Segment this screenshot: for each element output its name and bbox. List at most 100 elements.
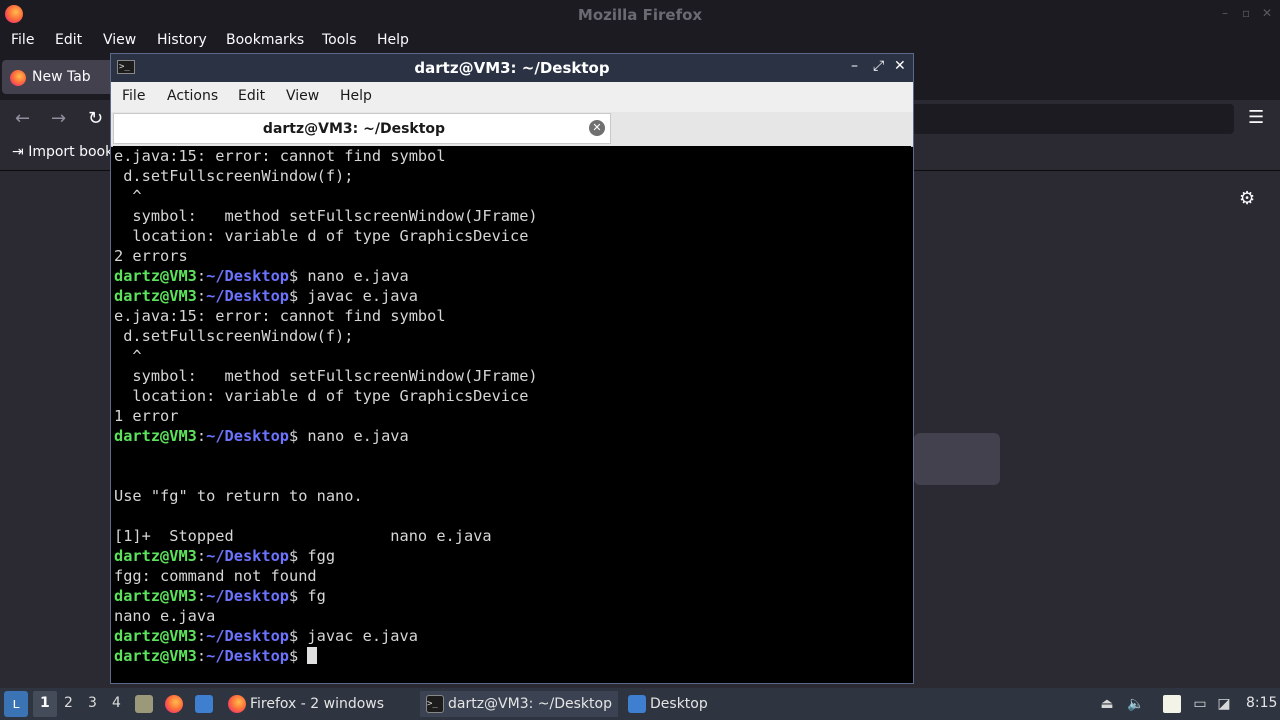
terminal-prompt-line: dartz@VM3:~/Desktop$ [114,646,318,666]
terminal-output-line: nano e.java [114,607,216,625]
firefox-close-button[interactable]: ✕ [1262,6,1272,20]
terminal-output-line: Use "fg" to return to nano. [114,487,363,505]
import-bookmarks-label: Import book [28,144,114,160]
firefox-url-bar[interactable] [912,104,1234,134]
ff-tab-new-tab[interactable]: New Tab [2,60,122,94]
terminal-output-line: e.java:15: error: cannot find symbol [114,147,446,165]
import-bookmarks-button[interactable]: ⇥ Import book [12,144,113,160]
terminal-maximize-button[interactable]: ⤢ [873,58,884,74]
desktop-quick-icon[interactable] [195,695,213,713]
file-manager-quick-icon[interactable] [135,695,153,713]
workspace-2[interactable]: 2 [64,695,73,711]
terminal-prompt-line: dartz@VM3:~/Desktop$ javac e.java [114,287,418,305]
workspace-4[interactable]: 4 [112,695,121,711]
terminal-minimize-button[interactable]: – [851,58,858,74]
reload-icon[interactable]: ↻ [88,108,103,129]
close-icon[interactable]: ✕ [589,120,605,136]
terminal-output-line: location: variable d of type GraphicsDev… [114,227,529,245]
terminal-output-line: location: variable d of type GraphicsDev… [114,387,529,405]
prompt-command: $ fg [289,587,326,605]
term-menu-view[interactable]: View [286,88,319,104]
terminal-output-line: symbol: method setFullscreenWindow(JFram… [114,207,538,225]
terminal-cursor [307,647,318,664]
hamburger-menu-icon[interactable]: ☰ [1248,107,1264,128]
firefox-window-title: Mozilla Firefox [577,6,703,24]
prompt-path: ~/Desktop [206,267,289,285]
firefox-quick-icon[interactable] [165,695,183,713]
terminal-output[interactable]: e.java:15: error: cannot find symbol d.s… [113,146,911,681]
terminal-tab-label: dartz@VM3: ~/Desktop [262,121,446,137]
terminal-window-title: dartz@VM3: ~/Desktop [414,59,610,77]
clock: 8:15 [1246,695,1278,711]
firefox-tab-icon [10,70,26,86]
prompt-command: $ nano e.java [289,267,409,285]
task-firefox[interactable]: Firefox - 2 windows [222,691,412,717]
ff-menu-view[interactable]: View [103,32,136,48]
eject-icon[interactable]: ⏏ [1098,695,1116,713]
firefox-icon [228,695,246,713]
task-terminal-label: dartz@VM3: ~/Desktop [448,696,612,712]
firefox-minimize-button[interactable]: – [1222,6,1228,20]
workspace-3[interactable]: 3 [88,695,97,711]
folder-icon [628,695,646,713]
terminal-output-line: fgg: command not found [114,567,317,585]
term-menu-file[interactable]: File [122,88,145,104]
firefox-maximize-button[interactable]: ▫ [1242,6,1250,20]
prompt-command: $ [289,647,308,665]
prompt-path: ~/Desktop [206,427,289,445]
terminal-close-button[interactable]: ✕ [894,58,906,74]
term-menu-actions[interactable]: Actions [167,88,218,104]
terminal-prompt-line: dartz@VM3:~/Desktop$ fgg [114,547,336,565]
ff-menu-history[interactable]: History [157,32,207,48]
gear-icon[interactable]: ⚙ [1239,188,1255,209]
terminal-prompt-line: dartz@VM3:~/Desktop$ nano e.java [114,427,409,445]
prompt-path: ~/Desktop [206,287,289,305]
network-icon[interactable]: ◪ [1215,695,1233,713]
ff-menu-tools[interactable]: Tools [322,32,357,48]
prompt-command: $ javac e.java [289,627,418,645]
terminal-tabbar: dartz@VM3: ~/Desktop ✕ [111,112,913,147]
ff-tab-label: New Tab [32,69,91,85]
terminal-output-line: e.java:15: error: cannot find symbol [114,307,446,325]
prompt-path: ~/Desktop [206,627,289,645]
display-icon[interactable]: ▭ [1191,695,1209,713]
start-menu-button[interactable]: ʟ [4,691,28,717]
prompt-user: dartz@VM3 [114,647,197,665]
prompt-user: dartz@VM3 [114,427,197,445]
prompt-path: ~/Desktop [206,547,289,565]
term-menu-edit[interactable]: Edit [238,88,265,104]
term-menu-help[interactable]: Help [340,88,372,104]
terminal-output-line: d.setFullscreenWindow(f); [114,167,354,185]
prompt-command: $ javac e.java [289,287,418,305]
back-arrow-icon[interactable]: ← [15,108,30,129]
ff-menu-file[interactable]: File [11,32,34,48]
clipboard-icon[interactable] [1163,695,1181,713]
ff-menu-help[interactable]: Help [377,32,409,48]
terminal-output-line: 1 error [114,407,179,425]
task-desktop[interactable]: Desktop [622,691,722,717]
terminal-output-line: d.setFullscreenWindow(f); [114,327,354,345]
terminal-prompt-line: dartz@VM3:~/Desktop$ nano e.java [114,267,409,285]
terminal-prompt-line: dartz@VM3:~/Desktop$ javac e.java [114,627,418,645]
ff-menu-edit[interactable]: Edit [55,32,82,48]
terminal-output-line: [1]+ Stopped nano e.java [114,527,492,545]
prompt-user: dartz@VM3 [114,267,197,285]
firefox-menubar: File Edit View History Bookmarks Tools H… [0,28,1280,54]
task-terminal[interactable]: >_ dartz@VM3: ~/Desktop [420,691,618,717]
forward-arrow-icon[interactable]: → [51,108,66,129]
terminal-output-line: 2 errors [114,247,188,265]
terminal-titlebar: >_ dartz@VM3: ~/Desktop – ⤢ ✕ [111,54,913,82]
firefox-titlebar: Mozilla Firefox – ▫ ✕ [0,0,1280,28]
prompt-command: $ nano e.java [289,427,409,445]
prompt-user: dartz@VM3 [114,287,197,305]
workspace-1[interactable]: 1 [40,695,50,711]
task-desktop-label: Desktop [650,696,708,712]
volume-icon[interactable]: 🔈 [1127,695,1145,713]
prompt-path: ~/Desktop [206,647,289,665]
terminal-prompt-line: dartz@VM3:~/Desktop$ fg [114,587,326,605]
terminal-tab[interactable]: dartz@VM3: ~/Desktop ✕ [113,113,611,144]
terminal-menubar: File Actions Edit View Help [111,82,913,112]
firefox-shortcut-tile[interactable] [914,433,1000,485]
prompt-user: dartz@VM3 [114,627,197,645]
ff-menu-bookmarks[interactable]: Bookmarks [226,32,304,48]
